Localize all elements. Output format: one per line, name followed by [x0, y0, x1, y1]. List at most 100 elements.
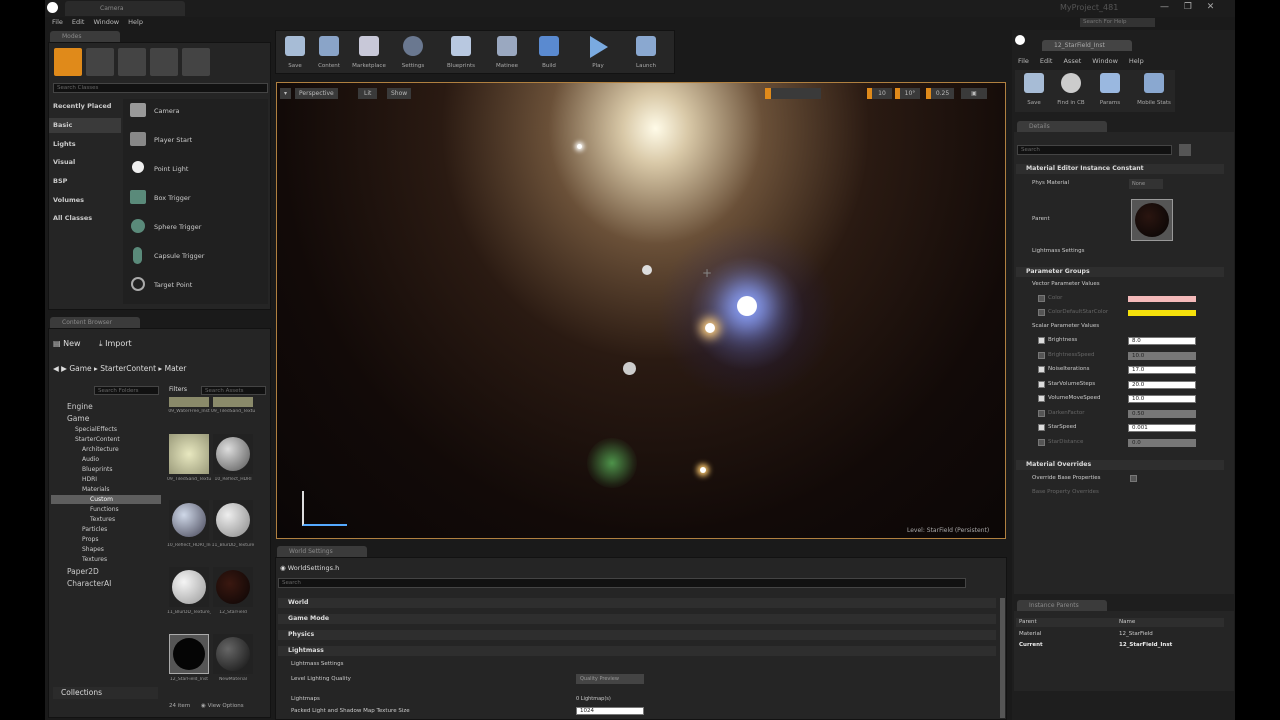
texture-size-input[interactable]: 1024 [576, 707, 644, 715]
folder-game[interactable]: Game [67, 414, 89, 423]
asset-thumb-starfield[interactable] [213, 567, 253, 607]
menu-file[interactable]: File [52, 17, 63, 28]
scalar-param-input[interactable]: 10.0 [1128, 395, 1196, 403]
new-button[interactable]: ▤ New [53, 339, 81, 348]
folder-engine[interactable]: Engine [67, 402, 93, 411]
scalar-param-check[interactable] [1038, 351, 1045, 359]
category-lights[interactable]: Lights [53, 140, 76, 148]
lightmass-settings-label[interactable]: Lightmass Settings [291, 661, 344, 667]
menu-window[interactable]: Window [93, 17, 119, 28]
build-button[interactable]: Build [530, 33, 568, 71]
place-player-start[interactable]: Player Start [154, 136, 192, 144]
folder-particles[interactable]: Particles [82, 526, 107, 533]
parent-thumbnail[interactable] [1131, 199, 1173, 241]
ip-row-name[interactable]: 12_StarField [1119, 631, 1153, 637]
category-all-classes[interactable]: All Classes [53, 214, 92, 222]
foliage-mode-icon[interactable] [150, 48, 178, 76]
content-button[interactable]: Content [310, 33, 348, 71]
matinee-button[interactable]: Matinee [488, 33, 526, 71]
find-in-cb-button[interactable]: Find in CB [1052, 70, 1090, 108]
scalar-param-check[interactable] [1038, 424, 1045, 431]
section-game-mode[interactable]: Game Mode [278, 614, 996, 624]
override-base-check[interactable] [1130, 475, 1137, 482]
folder-hdri[interactable]: HDRI [82, 476, 97, 483]
place-target-point[interactable]: Target Point [154, 281, 192, 289]
vector-color-check[interactable] [1038, 295, 1045, 302]
lightmass-settings-row[interactable]: Lightmass Settings [1032, 248, 1085, 254]
menu-edit[interactable]: Edit [72, 17, 85, 28]
scalar-param-input[interactable]: 20.0 [1128, 380, 1196, 389]
place-camera[interactable]: Camera [154, 107, 180, 115]
folder-characterai[interactable]: CharacterAI [67, 579, 111, 588]
class-search-input[interactable]: Search Classes [53, 83, 268, 93]
mobile-stats-button[interactable]: Mobile Stats [1135, 70, 1173, 108]
me-menu-edit[interactable]: Edit [1040, 57, 1053, 65]
place-box-trigger[interactable]: Box Trigger [154, 194, 191, 202]
tab-modes[interactable]: Modes [50, 31, 120, 42]
scalar-param-input[interactable]: 0.001 [1128, 424, 1196, 432]
view-options-button[interactable]: ◉ View Options [201, 703, 244, 709]
tab-content-browser[interactable]: Content Browser [50, 317, 140, 328]
scale-snap-value[interactable]: 0.25 [926, 88, 954, 99]
place-capsule-trigger[interactable]: Capsule Trigger [154, 252, 204, 260]
perspective-button[interactable]: Perspective [295, 88, 338, 99]
folder-startercontent[interactable]: StarterContent [75, 436, 120, 443]
tab-instance-parents[interactable]: Instance Parents [1017, 600, 1107, 611]
me-menu-window[interactable]: Window [1092, 57, 1118, 65]
category-bsp[interactable]: BSP [53, 177, 67, 185]
me-menu-help[interactable]: Help [1129, 57, 1144, 65]
folder-specialeffects[interactable]: SpecialEffects [75, 426, 117, 433]
scalar-params-label[interactable]: Scalar Parameter Values [1032, 323, 1099, 329]
asset-thumb-blurdd-inst[interactable] [169, 567, 209, 607]
folder-blueprints[interactable]: Blueprints [82, 466, 113, 473]
back-icon[interactable]: ◀ ▶ [53, 364, 69, 373]
category-recently-placed[interactable]: Recently Placed [53, 102, 111, 110]
me-menu-file[interactable]: File [1018, 57, 1029, 65]
place-sphere-trigger[interactable]: Sphere Trigger [154, 223, 201, 231]
category-basic[interactable]: Basic [53, 121, 72, 129]
transform-tools[interactable] [765, 88, 821, 99]
settings-button[interactable]: Settings [394, 33, 432, 71]
scalar-param-input[interactable]: 0.0 [1128, 438, 1196, 447]
level-tab[interactable]: Camera [65, 1, 185, 16]
folder-textures[interactable]: Textures [90, 516, 115, 523]
vector-color2-check[interactable] [1038, 309, 1045, 316]
scalar-param-input[interactable]: 0.50 [1128, 409, 1196, 418]
section-physics[interactable]: Physics [278, 630, 996, 640]
ip-row-type[interactable]: Material [1019, 631, 1041, 637]
section-parameter-groups[interactable]: Parameter Groups [1016, 267, 1224, 277]
tab-details[interactable]: Details [1017, 121, 1107, 132]
folder-textures-2[interactable]: Textures [82, 556, 107, 563]
lightmaps-label[interactable]: Lightmaps [291, 696, 320, 702]
play-button[interactable]: Play [579, 33, 617, 71]
details-search-input[interactable]: Search [1017, 145, 1172, 155]
tab-world-settings[interactable]: World Settings [277, 546, 367, 557]
import-button[interactable]: ⤓ Import [99, 339, 132, 349]
params-button[interactable]: Params [1091, 70, 1129, 108]
maximize-viewport-icon[interactable]: ▣ [961, 88, 987, 99]
scalar-param-check[interactable] [1038, 438, 1045, 446]
scalar-param-input[interactable]: 10.0 [1128, 351, 1196, 360]
asset-thumb-09-waterfree[interactable] [169, 397, 209, 407]
section-material-overrides[interactable]: Material Overrides [1016, 460, 1224, 470]
base-overrides-label[interactable]: Base Property Overrides [1032, 489, 1099, 495]
category-volumes[interactable]: Volumes [53, 196, 84, 204]
scalar-param-check[interactable] [1038, 380, 1045, 388]
folder-functions[interactable]: Functions [90, 506, 119, 513]
marketplace-button[interactable]: Marketplace [350, 33, 388, 71]
me-menu-asset[interactable]: Asset [1063, 57, 1081, 65]
help-search-input[interactable]: Search For Help [1080, 18, 1155, 27]
paint-mode-icon[interactable] [86, 48, 114, 76]
folder-architecture[interactable]: Architecture [82, 446, 119, 453]
save-button[interactable]: Save [276, 33, 314, 71]
scalar-param-input[interactable]: 17.0 [1128, 366, 1196, 374]
collections-header[interactable]: Collections [53, 687, 158, 699]
asset-thumb-tiledsand-inst[interactable] [169, 434, 209, 474]
phys-material-dropdown[interactable]: None [1129, 179, 1163, 189]
scalar-param-input[interactable]: 8.0 [1128, 337, 1196, 345]
menu-help[interactable]: Help [128, 17, 143, 28]
scalar-param-check[interactable] [1038, 366, 1045, 373]
asset-thumb-newmaterial[interactable] [213, 634, 253, 674]
asset-thumb-blurdd[interactable] [213, 500, 253, 540]
ip-row-name[interactable]: 12_StarField_Inst [1119, 642, 1172, 648]
